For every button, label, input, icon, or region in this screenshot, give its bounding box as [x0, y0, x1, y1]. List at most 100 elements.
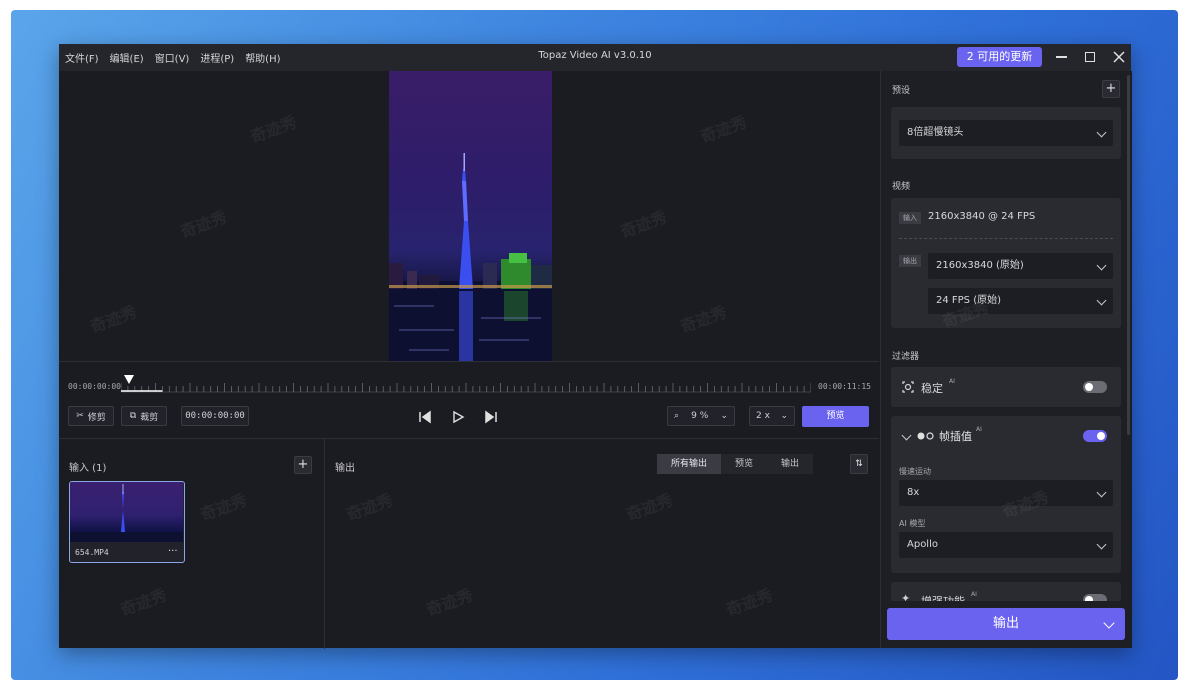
chevron-down-icon: ⌄: [780, 411, 788, 421]
output-resolution-select[interactable]: 2160x3840 (原始): [928, 253, 1113, 279]
output-pane-title: 输出: [335, 463, 355, 474]
tower-thumbnail-image: [70, 484, 183, 542]
chevron-down-icon[interactable]: [1103, 617, 1115, 629]
watermark: 奇迹秀: [87, 302, 140, 337]
preset-label: 预设: [892, 86, 911, 96]
speed-value: 2 x: [756, 411, 770, 421]
watermark: 奇迹秀: [697, 112, 750, 147]
watermark: 奇迹秀: [617, 207, 670, 242]
filters-section-label: 过滤器: [892, 352, 920, 362]
output-fps-value: 24 FPS (原始): [936, 295, 1002, 306]
zoom-select[interactable]: ⌕ 9 % ⌄: [667, 406, 735, 426]
app-window: 文件(F) 编辑(E) 窗口(V) 进程(P) 帮助(H) Topaz Vide…: [59, 44, 1132, 649]
stabilize-label: 稳定: [921, 382, 943, 395]
preview-button[interactable]: 预览: [802, 406, 869, 427]
interpolation-label: 帧插值: [939, 430, 972, 443]
output-resolution-value: 2160x3840 (原始): [936, 260, 1024, 271]
input-tag: 输入: [899, 212, 921, 224]
preset-select[interactable]: 8倍超慢镜头: [899, 120, 1113, 146]
watermark: 奇迹秀: [343, 490, 396, 525]
crop-button[interactable]: ⧉ 裁剪: [121, 406, 167, 426]
maximize-button[interactable]: [1081, 48, 1099, 66]
bottom-panels: 输入 (1) + 654.MP4 ··· 奇迹秀 奇迹秀 输出 所有输出 预览 …: [59, 438, 879, 649]
menu-process[interactable]: 进程(P): [200, 50, 234, 65]
add-preset-button[interactable]: +: [1102, 80, 1120, 98]
watermark: 奇迹秀: [247, 112, 300, 147]
menu-help[interactable]: 帮助(H): [245, 50, 280, 65]
zoom-value: 9 %: [691, 411, 709, 421]
chevron-down-icon: [1096, 260, 1107, 271]
maximize-icon: [1085, 52, 1095, 62]
prev-frame-icon[interactable]: [418, 410, 432, 424]
menu-window[interactable]: 窗口(V): [155, 50, 190, 65]
canton-tower-night-image: [389, 153, 552, 361]
thumbnail-more-button[interactable]: ···: [168, 546, 178, 557]
chevron-down-icon: [1096, 487, 1107, 498]
tab-output[interactable]: 输出: [767, 454, 814, 474]
timeline[interactable]: 00:00:00:00 00:00:11:15: [59, 361, 879, 412]
slowmo-label: 慢速运动: [899, 467, 931, 476]
watermark: 奇迹秀: [177, 207, 230, 242]
ai-model-value: Apollo: [907, 539, 938, 550]
trim-label: 修剪: [87, 412, 106, 423]
thumbnail-image: [70, 482, 183, 542]
stabilize-icon: [902, 381, 914, 393]
input-pane: 输入 (1) + 654.MP4 ··· 奇迹秀 奇迹秀: [59, 439, 325, 649]
tab-preview[interactable]: 预览: [721, 454, 768, 474]
thumbnail-filename: 654.MP4: [75, 548, 109, 557]
stabilize-card: 稳定 AI: [891, 367, 1121, 407]
preset-card: 8倍超慢镜头: [891, 107, 1121, 159]
chevron-down-icon[interactable]: [901, 430, 912, 441]
timeline-end-time: 00:00:11:15: [818, 382, 871, 391]
plus-icon: +: [297, 457, 309, 472]
crop-icon: ⧉: [129, 411, 137, 421]
add-input-button[interactable]: +: [294, 456, 312, 474]
sort-button[interactable]: ⇅: [850, 454, 868, 474]
menu-bar: 文件(F) 编辑(E) 窗口(V) 进程(P) 帮助(H): [65, 50, 281, 65]
minimize-button[interactable]: [1052, 48, 1070, 66]
chevron-down-icon: [1096, 127, 1107, 138]
scissors-icon: ✂: [76, 411, 84, 421]
minimize-icon: [1055, 56, 1067, 58]
play-icon[interactable]: [451, 410, 465, 424]
menu-edit[interactable]: 编辑(E): [110, 50, 144, 65]
close-icon: [1113, 51, 1125, 63]
zoom-icon: ⌕: [674, 411, 680, 421]
crop-label: 裁剪: [140, 412, 159, 423]
interpolation-icon: [917, 432, 934, 440]
timeline-ruler[interactable]: [121, 376, 811, 396]
preset-value: 8倍超慢镜头: [907, 127, 964, 138]
enhancement-ai-badge: AI: [971, 591, 977, 598]
interpolation-toggle[interactable]: [1083, 430, 1107, 442]
sort-icon: ⇅: [855, 459, 863, 469]
chevron-down-icon: ⌄: [720, 411, 728, 421]
video-card: 输入 2160x3840 @ 24 FPS 输出 2160x3840 (原始) …: [891, 198, 1121, 328]
settings-scrollbar[interactable]: [1127, 75, 1130, 435]
stabilize-toggle[interactable]: [1083, 381, 1107, 393]
output-filter-tabs: 所有输出 预览 输出: [657, 454, 814, 474]
chevron-down-icon: [1096, 539, 1107, 550]
tab-all-outputs[interactable]: 所有输出: [657, 454, 722, 474]
watermark: 奇迹秀: [423, 585, 476, 620]
updates-button[interactable]: 2 可用的更新: [957, 47, 1042, 67]
input-thumbnail[interactable]: 654.MP4 ···: [69, 481, 185, 563]
close-button[interactable]: [1110, 48, 1128, 66]
speed-select[interactable]: 2 x ⌄: [749, 406, 795, 426]
playhead-icon[interactable]: [123, 374, 135, 386]
slowmo-select[interactable]: 8x: [899, 480, 1113, 506]
menu-file[interactable]: 文件(F): [65, 50, 99, 65]
input-pane-title: 输入 (1): [69, 463, 107, 474]
plus-icon: +: [1105, 81, 1117, 96]
trim-button[interactable]: ✂ 修剪: [68, 406, 114, 426]
output-fps-select[interactable]: 24 FPS (原始): [928, 288, 1113, 314]
frame-interpolation-card: 帧插值 AI 慢速运动 8x AI 模型 Apollo: [891, 416, 1121, 573]
chevron-down-icon: [1096, 295, 1107, 306]
watermark: 奇迹秀: [623, 490, 676, 525]
video-viewer[interactable]: 奇迹秀 奇迹秀 奇迹秀 奇迹秀 奇迹秀 奇迹秀: [59, 71, 879, 361]
toggle-knob: [1085, 383, 1093, 391]
ai-model-select[interactable]: Apollo: [899, 532, 1113, 558]
export-button[interactable]: 输出: [887, 608, 1125, 640]
timecode-input[interactable]: 00:00:00:00: [181, 406, 249, 426]
toggle-knob: [1097, 432, 1105, 440]
next-frame-icon[interactable]: [484, 410, 498, 424]
